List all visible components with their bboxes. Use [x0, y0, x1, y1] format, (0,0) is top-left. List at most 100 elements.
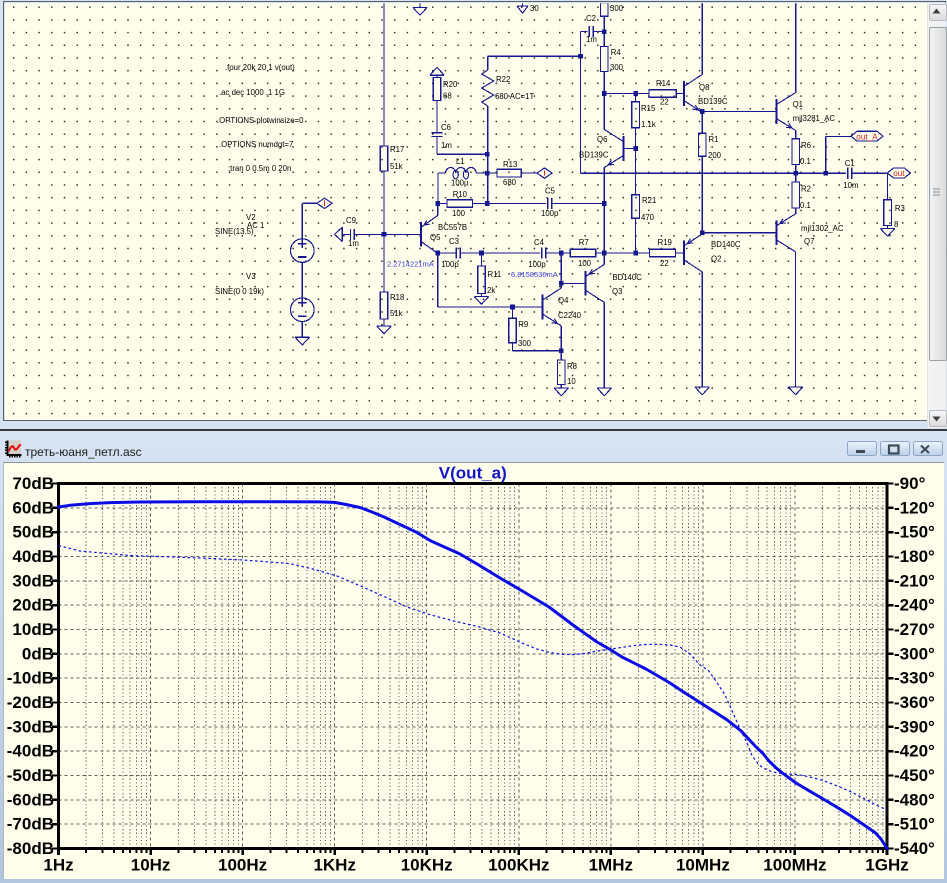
svg-text:1m: 1m: [441, 141, 452, 150]
svg-text:30dB: 30dB: [12, 571, 54, 590]
svg-text:51k: 51k: [390, 162, 403, 171]
svg-text:10MHz: 10MHz: [676, 856, 730, 875]
svg-text:R6: R6: [801, 141, 811, 150]
svg-text:40dB: 40dB: [12, 547, 54, 566]
svg-text:-270°: -270°: [894, 620, 935, 639]
svg-text:R11: R11: [488, 270, 502, 279]
svg-text:51k: 51k: [390, 309, 403, 318]
svg-text:100p: 100p: [441, 260, 459, 269]
svg-text:mjl1302_AC: mjl1302_AC: [801, 224, 844, 233]
svg-text:C3: C3: [449, 237, 459, 246]
svg-text:50dB: 50dB: [12, 523, 54, 542]
svg-text:Q7: Q7: [804, 237, 814, 246]
svg-text:-50dB: -50dB: [7, 766, 54, 785]
svg-text:R17: R17: [390, 145, 404, 154]
svg-text:10m: 10m: [843, 181, 858, 190]
svg-text:.ac dec 1000 .1 1G: .ac dec 1000 .1 1G: [219, 88, 285, 97]
svg-text:100p: 100p: [528, 260, 546, 269]
svg-text:2.2714221mA: 2.2714221mA: [387, 260, 434, 269]
svg-text:-300°: -300°: [894, 644, 935, 663]
svg-text:C2: C2: [586, 14, 596, 23]
svg-text:R19: R19: [658, 238, 672, 247]
svg-text:-60dB: -60dB: [7, 790, 54, 809]
svg-text:.OPTIONS plotwinsize=0: .OPTIONS plotwinsize=0: [217, 116, 304, 125]
svg-text:22: 22: [660, 259, 669, 268]
svg-text:BC557B: BC557B: [438, 223, 467, 232]
svg-text:BD140C: BD140C: [711, 240, 741, 249]
svg-text:1.1k: 1.1k: [641, 120, 656, 129]
svg-text:10dB: 10dB: [12, 620, 54, 639]
svg-text:0dB: 0dB: [22, 644, 54, 663]
svg-text:22: 22: [660, 98, 669, 107]
svg-text:-10dB: -10dB: [7, 669, 54, 688]
svg-text:1KHz: 1KHz: [313, 856, 356, 875]
svg-text:100: 100: [452, 209, 466, 218]
svg-text:-480°: -480°: [894, 790, 935, 809]
svg-text:20dB: 20dB: [12, 596, 54, 615]
svg-text:100µ: 100µ: [451, 179, 469, 188]
svg-text:C5: C5: [545, 187, 556, 196]
svg-text:R7: R7: [579, 238, 589, 247]
svg-text:R13: R13: [503, 160, 517, 169]
svg-text:1Hz: 1Hz: [43, 856, 73, 875]
svg-text:V3: V3: [246, 272, 256, 281]
svg-text:R1: R1: [709, 135, 719, 144]
svg-text:300: 300: [518, 339, 532, 348]
svg-text:-180°: -180°: [894, 547, 935, 566]
svg-text:100p: 100p: [541, 209, 559, 218]
svg-text:1MHz: 1MHz: [589, 856, 633, 875]
svg-text:R14: R14: [656, 79, 671, 88]
svg-text:8: 8: [894, 220, 898, 229]
svg-text:R15: R15: [641, 104, 656, 113]
svg-text:70dB: 70dB: [12, 474, 54, 493]
svg-text:100: 100: [578, 259, 592, 268]
svg-text:R2: R2: [801, 185, 811, 194]
svg-text:R9: R9: [518, 320, 528, 329]
svg-text:-150°: -150°: [894, 523, 935, 542]
svg-text:Q3: Q3: [612, 287, 622, 296]
svg-text:mjl3281_AC: mjl3281_AC: [793, 114, 836, 123]
svg-text:.OPTIONS numdgt=7: .OPTIONS numdgt=7: [219, 140, 293, 149]
svg-text:-70dB: -70dB: [7, 815, 54, 834]
svg-text:SINE(13.5): SINE(13.5): [215, 227, 254, 236]
svg-text:60dB: 60dB: [12, 498, 54, 517]
svg-text:68: 68: [443, 92, 452, 101]
svg-text:-450°: -450°: [894, 766, 935, 785]
svg-text:470: 470: [641, 213, 655, 222]
svg-text:R8: R8: [567, 362, 577, 371]
svg-text:R20: R20: [443, 80, 458, 89]
svg-text:BD139C: BD139C: [579, 151, 609, 160]
svg-text:;tran 0 0.5m 0 20n: ;tran 0 0.5m 0 20n: [228, 164, 291, 173]
svg-text:-420°: -420°: [894, 742, 935, 761]
svg-text:Q6: Q6: [597, 135, 607, 144]
svg-text:-120°: -120°: [894, 498, 935, 517]
svg-text:R4: R4: [611, 48, 622, 57]
svg-text:R10: R10: [453, 190, 468, 199]
svg-text:100Hz: 100Hz: [218, 856, 267, 875]
svg-text:-40dB: -40dB: [7, 742, 54, 761]
svg-text:10KHz: 10KHz: [401, 856, 453, 875]
svg-text:-240°: -240°: [894, 596, 935, 615]
svg-text:300: 300: [610, 4, 624, 13]
svg-text:BD139C: BD139C: [698, 97, 728, 106]
svg-text:-20dB: -20dB: [7, 693, 54, 712]
svg-text:0.1: 0.1: [800, 157, 811, 166]
svg-text:100KHz: 100KHz: [488, 856, 549, 875]
svg-text:-90°: -90°: [894, 474, 926, 493]
svg-text:680 AC=1T: 680 AC=1T: [495, 92, 534, 101]
svg-text:C9: C9: [346, 216, 356, 225]
svg-text:0.1: 0.1: [800, 201, 811, 210]
svg-text:300: 300: [610, 63, 624, 72]
svg-text:-360°: -360°: [894, 693, 935, 712]
svg-text:100MHz: 100MHz: [763, 856, 826, 875]
svg-text:C1: C1: [845, 159, 855, 168]
svg-text:R3: R3: [895, 204, 905, 213]
svg-text:-210°: -210°: [894, 571, 935, 590]
svg-text:6.8158536mA: 6.8158536mA: [511, 270, 558, 279]
svg-text:Q5: Q5: [430, 233, 441, 242]
svg-text:1m: 1m: [586, 35, 597, 44]
svg-text:-30dB: -30dB: [7, 717, 54, 736]
svg-text:R21: R21: [642, 196, 656, 205]
svg-text:1m: 1m: [348, 239, 359, 248]
svg-text:Q1: Q1: [793, 100, 803, 109]
